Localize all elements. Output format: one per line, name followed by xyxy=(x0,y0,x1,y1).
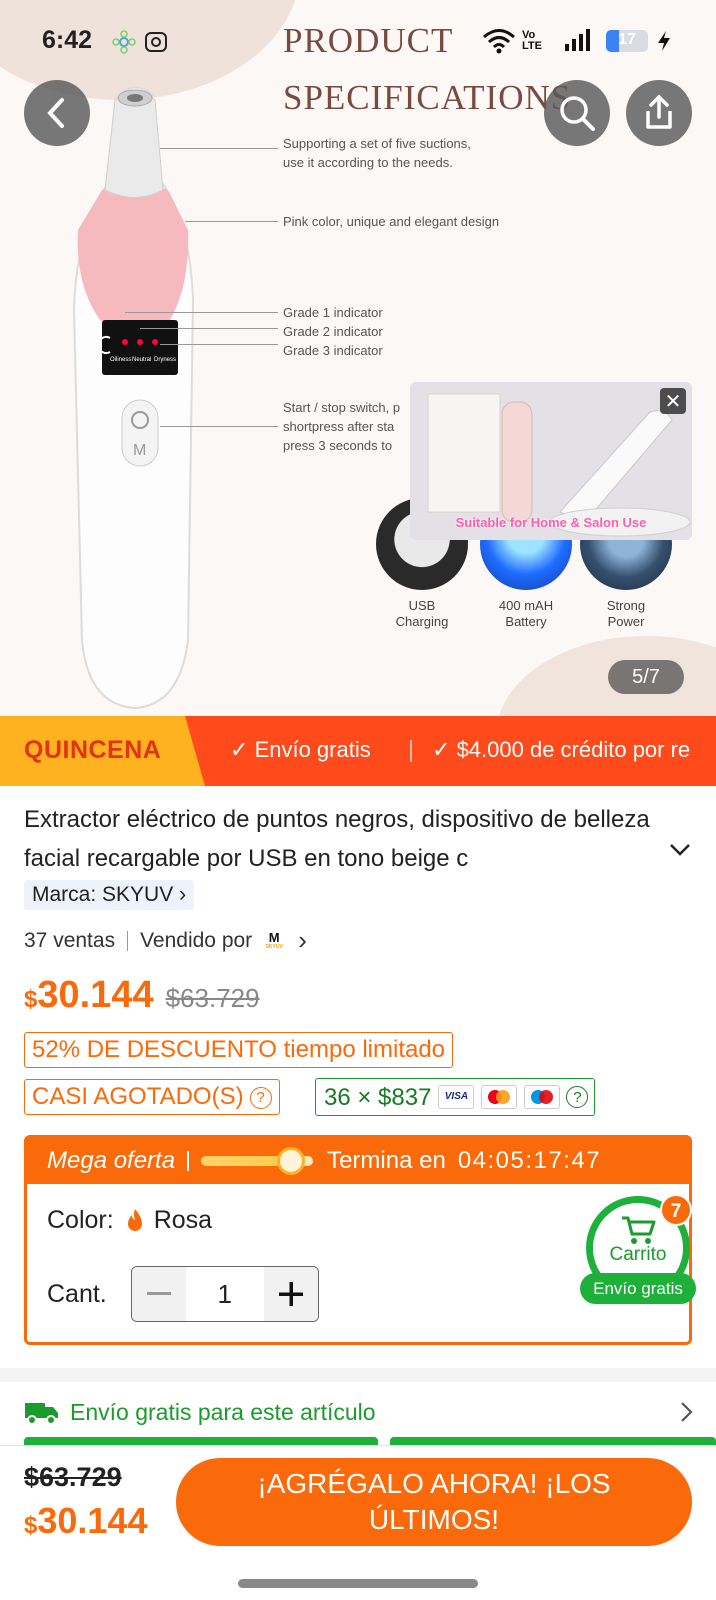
battery-icon: 17 xyxy=(606,30,648,52)
battery-level: 17 xyxy=(618,31,636,48)
spec-note: Start / stop switch, p shortpress after s… xyxy=(283,400,401,453)
title-fade xyxy=(580,838,660,878)
minus-icon xyxy=(146,1292,171,1295)
plus-icon xyxy=(278,1282,303,1306)
increase-quantity-button[interactable] xyxy=(263,1267,318,1321)
quantity-stepper[interactable]: 1 xyxy=(130,1266,319,1322)
leader-line xyxy=(185,221,278,222)
mode-label: Neutral xyxy=(132,357,151,363)
flame-icon xyxy=(127,1208,142,1231)
wifi-icon xyxy=(483,29,515,54)
section-divider xyxy=(0,1368,716,1382)
signal-icon xyxy=(565,29,590,51)
brand-link[interactable]: Marca: SKYUV › xyxy=(24,880,195,910)
search-button[interactable] xyxy=(544,80,610,146)
share-icon xyxy=(646,94,672,129)
mega-offer-header: Mega oferta Termina en 04:05:17:47 xyxy=(27,1138,689,1184)
bottom-original-price: $63.729 xyxy=(24,1462,122,1492)
color-selector[interactable]: Color: Rosa xyxy=(47,1206,212,1235)
chevron-right-icon xyxy=(681,1402,693,1422)
help-icon[interactable]: ? xyxy=(249,1086,272,1109)
chevron-down-icon xyxy=(670,844,690,856)
shipping-option-tab[interactable] xyxy=(24,1437,378,1445)
promo-item-free-shipping: ✓ Envío gratis xyxy=(230,737,371,762)
leader-line xyxy=(160,148,278,149)
bottom-price: $ 30.144 xyxy=(24,1500,148,1541)
share-button[interactable] xyxy=(626,80,692,146)
cart-button[interactable]: Carrito Envío gratis 7 xyxy=(578,1194,696,1316)
mega-offer-label: Mega oferta xyxy=(47,1147,176,1174)
leader-line xyxy=(160,426,278,427)
installments-badge[interactable]: 36 × $837 VISA ? xyxy=(315,1078,596,1116)
ends-label: Termina en xyxy=(327,1147,446,1174)
chevron-right-icon: › xyxy=(179,883,187,906)
leader-line xyxy=(160,344,278,345)
original-price: $63.729 xyxy=(165,983,260,1013)
product-title: Extractor eléctrico de puntos negros, di… xyxy=(24,806,650,872)
spec-note: Supporting a set of five suctions, use it… xyxy=(283,136,471,170)
divider xyxy=(410,740,412,762)
close-video-button[interactable]: ✕ xyxy=(660,388,686,414)
decrease-quantity-button[interactable] xyxy=(131,1267,186,1321)
image-page-indicator: 5/7 xyxy=(608,660,684,694)
promo-banner[interactable]: QUINCENA ✓ Envío gratis ✓ $4.000 de créd… xyxy=(0,716,716,786)
add-to-cart-button[interactable]: ¡AGRÉGALO AHORA! ¡LOS ÚLTIMOS! xyxy=(176,1458,692,1546)
flower-icon xyxy=(112,30,136,54)
truck-icon xyxy=(25,1403,58,1425)
status-bar: 6:42 Vo LTE 17 xyxy=(0,0,716,80)
maestro-icon xyxy=(524,1085,561,1109)
bottom-bar: $63.729 $ 30.144 ¡AGRÉGALO AHORA! ¡LOS Ú… xyxy=(0,1445,716,1600)
mastercard-icon xyxy=(481,1085,518,1109)
home-indicator[interactable] xyxy=(238,1579,478,1588)
video-caption: Suitable for Home & Salon Use xyxy=(455,515,647,530)
currency-symbol: $ xyxy=(24,986,38,1013)
video-preview[interactable]: ✕ Suitable for Home & Salon Use xyxy=(410,382,692,540)
device-illustration: Oiliness Neutral Dryness M xyxy=(72,86,195,710)
check-icon: ✓ xyxy=(230,737,249,762)
current-price: 30.144 xyxy=(37,974,154,1016)
camera-app-icon xyxy=(145,32,167,52)
quantity-value[interactable]: 1 xyxy=(186,1267,264,1321)
visa-icon: VISA xyxy=(438,1085,475,1109)
price-row: $ 30.144 $63.729 xyxy=(24,974,260,1017)
cart-free-shipping: Envío gratis xyxy=(580,1273,696,1304)
quantity-row: Cant. 1 xyxy=(47,1266,319,1322)
svg-text:M: M xyxy=(133,442,146,459)
color-value: Rosa xyxy=(153,1206,213,1234)
spec-note: Grade 1 indicator Grade 2 indicator Grade … xyxy=(283,305,383,358)
countdown-timer: 04:05:17:47 xyxy=(457,1147,602,1174)
shipping-text: Envío gratis para este artículo xyxy=(70,1398,376,1425)
help-icon[interactable]: ? xyxy=(566,1086,589,1108)
leader-line xyxy=(140,328,278,329)
chevron-left-icon xyxy=(47,98,64,128)
promo-item-credit: ✓ $4.000 de crédito por re xyxy=(432,737,691,762)
offer-progress xyxy=(201,1147,314,1175)
shipping-row[interactable]: Envío gratis para este artículo xyxy=(24,1392,694,1432)
leader-line xyxy=(125,312,278,313)
status-time: 6:42 xyxy=(42,26,93,54)
sales-row[interactable]: 37 ventas Vendido por M SKYUV › xyxy=(24,925,307,956)
back-button[interactable] xyxy=(24,80,90,146)
mode-label: Dryness xyxy=(154,357,176,363)
discount-badge: 52% DE DESCUENTO tiempo limitado xyxy=(24,1032,454,1068)
search-icon xyxy=(560,96,595,131)
shipping-option-tab[interactable] xyxy=(390,1437,716,1445)
check-icon: ✓ xyxy=(432,737,451,762)
charging-icon xyxy=(658,31,670,51)
chevron-right-icon: › xyxy=(298,925,307,955)
cart-count-badge: 7 xyxy=(660,1194,692,1226)
cart-label: Carrito xyxy=(609,1244,667,1265)
seller-logo[interactable]: M SKYUV xyxy=(260,927,288,955)
quantity-label: Cant. xyxy=(47,1279,107,1308)
mode-label: Oiliness xyxy=(110,357,131,363)
spec-note: Pink color, unique and elegant design xyxy=(283,214,500,229)
sales-count: 37 ventas xyxy=(24,928,116,952)
stock-badge[interactable]: CASI AGOTADO(S)? xyxy=(24,1079,280,1115)
cart-icon xyxy=(622,1216,656,1244)
sold-by-label: Vendido por xyxy=(140,928,253,952)
network-label: Vo LTE xyxy=(522,29,542,52)
expand-title-button[interactable] xyxy=(668,842,692,863)
promo-tag: QUINCENA xyxy=(0,716,205,786)
